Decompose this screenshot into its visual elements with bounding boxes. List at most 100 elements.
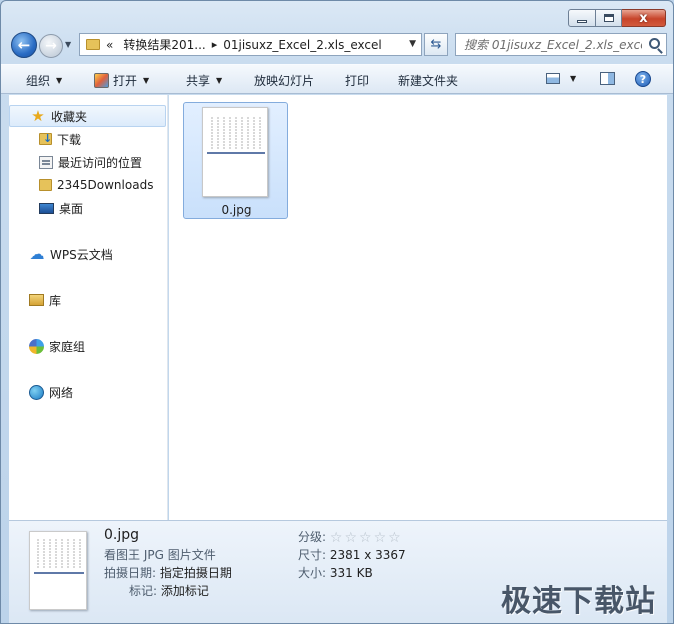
sidebar-item-wps-cloud[interactable]: ☁ WPS云文档 [29,243,186,265]
help-icon: ? [635,71,651,87]
caret-down-icon: ▼ [143,76,150,85]
file-list[interactable]: 0.jpg [169,95,667,520]
details-file-type: 看图王 JPG 图片文件 [104,548,216,562]
close-icon: x [639,10,648,26]
dimensions-value: 2381 x 3367 [329,548,406,562]
sidebar-item-library[interactable]: 库 [29,289,186,311]
details-tags: 标记: 添加标记 [129,582,209,599]
homegroup-icon [29,338,44,354]
dimensions-label: 尺寸: [298,548,327,562]
rating-star-icon[interactable]: ☆ [359,530,372,546]
rating-star-icon[interactable]: ☆ [388,530,401,546]
forward-button[interactable]: → [39,34,63,58]
open-menu[interactable]: 打开 ▼ [94,72,149,89]
sidebar-item-label: 下载 [57,132,82,147]
share-menu[interactable]: 共享 ▼ [186,72,222,89]
desktop-icon [39,202,54,214]
rating-stars[interactable]: ☆ ☆ ☆ ☆ ☆ [330,530,401,546]
maximize-button[interactable] [596,9,622,27]
organize-label: 组织 [26,74,51,88]
sidebar-item-favorites[interactable]: ★ 收藏夹 [9,105,166,127]
recent-pages-dropdown[interactable]: ▼ [65,40,71,49]
star-icon: ★ [31,107,45,125]
network-icon [29,384,44,400]
search-box[interactable]: 搜索 01jisuxz_Excel_2.xls_excel [455,33,667,56]
details-size: 大小: 331 KB [298,564,373,581]
sidebar-item-label: 桌面 [59,201,84,216]
minimize-button[interactable] [568,9,596,27]
breadcrumb-chevron-icon[interactable]: ▸ [212,38,218,51]
rating-star-icon[interactable]: ☆ [344,530,357,546]
sidebar-item-network[interactable]: 网络 [29,381,186,403]
details-date-taken: 拍摄日期: 指定拍摄日期 [104,564,232,581]
rating-star-icon[interactable]: ☆ [374,530,387,546]
details-dimensions: 尺寸: 2381 x 3367 [298,546,406,563]
back-button[interactable]: ← [11,32,37,58]
details-rating: 分级: ☆ ☆ ☆ ☆ ☆ [298,528,401,546]
details-file-name: 0.jpg [104,527,140,543]
details-thumbnail [29,531,87,610]
slideshow-label: 放映幻灯片 [254,74,315,88]
caret-down-icon: ▼ [570,74,577,83]
sidebar-item-homegroup[interactable]: 家庭组 [29,335,186,357]
command-bar: 组织 ▼ 打开 ▼ 共享 ▼ 放映幻灯片 打印 新建文件夹 ▼ ? [1,64,673,94]
downloads-folder-icon [39,132,52,145]
organize-menu[interactable]: 组织 ▼ [26,72,62,89]
size-value: 331 KB [329,566,373,580]
preview-pane-button[interactable] [600,72,615,85]
caret-down-icon: ▼ [56,76,63,85]
new-folder-label: 新建文件夹 [398,74,459,88]
preview-pane-icon [600,72,615,85]
tags-label: 标记: [129,584,158,598]
watermark-logo: 极速下载站 [501,584,656,619]
print-button[interactable]: 打印 [345,72,369,89]
back-arrow-icon: ← [17,36,31,54]
maximize-icon [603,14,614,22]
date-taken-value[interactable]: 指定拍摄日期 [160,566,232,580]
breadcrumb-segment-current[interactable]: 01jisuxz_Excel_2.xls_excel [223,38,382,52]
recent-places-icon [39,155,53,169]
folder-icon [86,39,100,50]
library-icon [29,294,44,306]
minimize-icon [577,19,587,23]
navigation-pane: ★ 收藏夹 下载 最近访问的位置 2345Downloads 桌面 ☁ WPS云… [9,95,168,520]
file-name-label: 0.jpg [221,203,252,217]
size-label: 大小: [298,566,327,580]
file-thumbnail [202,107,268,197]
address-overflow[interactable]: « [106,38,113,52]
folder-icon [39,179,52,191]
breadcrumb-segment[interactable]: 转换结果201... [123,36,205,53]
refresh-icon: ⇆ [430,37,442,52]
address-bar[interactable]: « 转换结果201... ▸ 01jisuxz_Excel_2.xls_exce… [79,33,422,56]
refresh-button[interactable]: ⇆ [424,33,448,56]
search-icon[interactable] [649,38,660,49]
help-button[interactable]: ? [635,71,651,87]
caption-buttons: x [568,9,666,27]
sidebar-item-label: 网络 [49,385,74,400]
sidebar-item-label: 最近访问的位置 [58,155,143,170]
forward-arrow-icon: → [45,38,57,54]
open-label: 打开 [113,74,138,88]
image-viewer-icon [94,73,109,88]
sidebar-item-label: 家庭组 [49,339,86,354]
tags-value[interactable]: 添加标记 [161,584,209,598]
share-label: 共享 [186,74,211,88]
view-icon [546,73,560,84]
sidebar-item-label: 库 [49,293,62,308]
explorer-window: x ← → ▼ « 转换结果201... ▸ 01jisuxz_Excel_2.… [0,0,674,624]
file-item[interactable]: 0.jpg [183,102,288,219]
rating-star-icon[interactable]: ☆ [330,530,343,546]
change-view-button[interactable]: ▼ [546,73,576,84]
address-dropdown-icon[interactable]: ▼ [409,39,416,49]
close-button[interactable]: x [622,9,666,27]
slideshow-button[interactable]: 放映幻灯片 [254,72,314,89]
cloud-icon: ☁ [29,245,45,263]
search-input[interactable]: 搜索 01jisuxz_Excel_2.xls_excel [464,36,642,53]
print-label: 打印 [345,74,370,88]
sidebar-item-label: WPS云文档 [50,247,113,262]
new-folder-button[interactable]: 新建文件夹 [398,72,458,89]
caret-down-icon: ▼ [216,76,223,85]
sidebar-item-label: 2345Downloads [57,178,154,192]
sidebar-item-label: 收藏夹 [51,109,88,124]
rating-label: 分级: [298,530,327,544]
